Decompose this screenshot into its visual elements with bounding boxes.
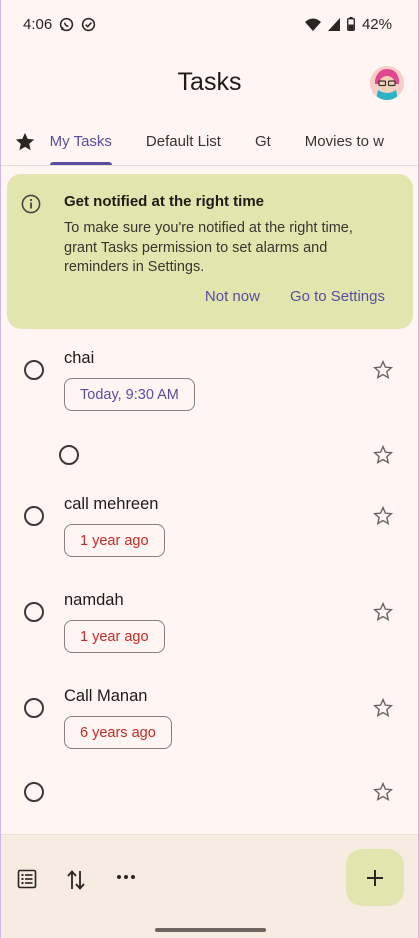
banner-title: Get notified at the right time (64, 193, 265, 210)
task-item[interactable]: chai Today, 9:30 AM (1, 344, 418, 424)
notification-permission-banner: Get notified at the right time To make s… (7, 174, 413, 329)
go-to-settings-button[interactable]: Go to Settings (290, 288, 385, 305)
task-complete-checkbox[interactable] (24, 506, 44, 526)
star-outline-icon[interactable] (372, 601, 394, 623)
page-title: Tasks (177, 68, 242, 96)
task-title: namdah (64, 591, 124, 609)
home-indicator[interactable] (155, 928, 266, 932)
avatar[interactable] (370, 66, 404, 100)
star-outline-icon[interactable] (372, 359, 394, 381)
due-date-chip[interactable]: 1 year ago (64, 524, 165, 557)
task-complete-checkbox[interactable] (59, 445, 79, 465)
signal-icon (327, 17, 340, 31)
subtask-item[interactable] (1, 436, 418, 476)
task-item[interactable]: call mehreen 1 year ago (1, 490, 418, 570)
star-outline-icon[interactable] (372, 781, 394, 803)
more-icon[interactable] (116, 874, 136, 880)
tab-default-list[interactable]: Default List (146, 118, 221, 165)
tab-gt[interactable]: Gt (255, 118, 271, 165)
due-date-chip[interactable]: 1 year ago (64, 620, 165, 653)
add-task-button[interactable] (346, 849, 404, 906)
battery-percent: 42% (361, 15, 392, 33)
status-time: 4:06 (23, 15, 53, 33)
due-date-chip[interactable]: 6 years ago (64, 716, 172, 749)
task-title: call mehreen (64, 495, 159, 513)
task-title: chai (64, 349, 95, 367)
task-title: Call Manan (64, 687, 148, 705)
status-bar: 4:06 42% (1, 0, 418, 48)
task-item[interactable]: namdah 1 year ago (1, 586, 418, 666)
star-outline-icon[interactable] (372, 444, 394, 466)
not-now-button[interactable]: Not now (205, 288, 260, 305)
star-outline-icon[interactable] (372, 697, 394, 719)
plus-icon (367, 869, 383, 886)
task-complete-checkbox[interactable] (24, 782, 44, 802)
task-item[interactable] (1, 772, 418, 812)
bottom-app-bar (1, 834, 418, 938)
task-complete-checkbox[interactable] (24, 698, 44, 718)
sort-icon[interactable] (66, 869, 86, 891)
list-tabs: My Tasks Default List Gt Movies to w (1, 118, 418, 166)
star-outline-icon[interactable] (372, 505, 394, 527)
tab-movies-to-watch[interactable]: Movies to w (305, 118, 384, 165)
info-icon (21, 194, 41, 214)
tab-starred[interactable] (1, 118, 50, 165)
task-complete-checkbox[interactable] (24, 602, 44, 622)
task-complete-checkbox[interactable] (24, 360, 44, 380)
list-view-icon[interactable] (17, 869, 37, 889)
task-item[interactable]: Call Manan 6 years ago (1, 682, 418, 762)
star-filled-icon (16, 132, 35, 150)
tab-my-tasks[interactable]: My Tasks (49, 118, 113, 165)
check-circle-icon (81, 17, 96, 32)
battery-icon (347, 17, 355, 31)
due-date-chip[interactable]: Today, 9:30 AM (64, 378, 195, 411)
wifi-icon (304, 18, 321, 31)
banner-body: To make sure you're notified at the righ… (64, 220, 353, 275)
whatsapp-icon (59, 17, 74, 32)
